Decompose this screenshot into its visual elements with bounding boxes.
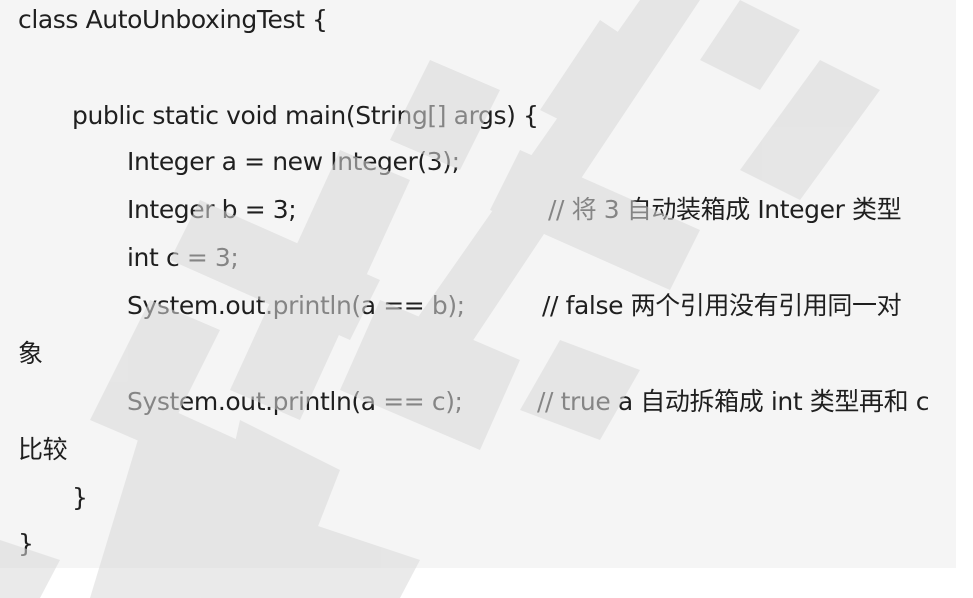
code-line-integer-b: Integer b = 3; xyxy=(127,195,297,224)
code-block: class AutoUnboxingTest { public static v… xyxy=(0,0,956,568)
code-line-integer-a: Integer a = new Integer(3); xyxy=(127,147,460,176)
code-line-close-method: } xyxy=(72,483,88,512)
code-comment-wrap-1: 象 xyxy=(18,339,43,368)
code-comment-wrap-2: 比较 xyxy=(18,435,68,464)
code-line-main-method: public static void main(String[] args) { xyxy=(72,101,539,130)
code-comment-false: // false 两个引用没有引用同一对 xyxy=(542,291,902,320)
code-line-println-a-b: System.out.println(a == b); xyxy=(127,291,465,320)
code-line-println-a-c: System.out.println(a == c); xyxy=(127,387,463,416)
code-comment-autobox: // 将 3 自动装箱成 Integer 类型 xyxy=(548,195,902,224)
code-line-int-c: int c = 3; xyxy=(127,243,239,272)
code-line-close-class: } xyxy=(18,529,34,558)
code-comment-true: // true a 自动拆箱成 int 类型再和 c xyxy=(537,387,930,416)
code-line-class-declaration: class AutoUnboxingTest { xyxy=(18,5,328,34)
